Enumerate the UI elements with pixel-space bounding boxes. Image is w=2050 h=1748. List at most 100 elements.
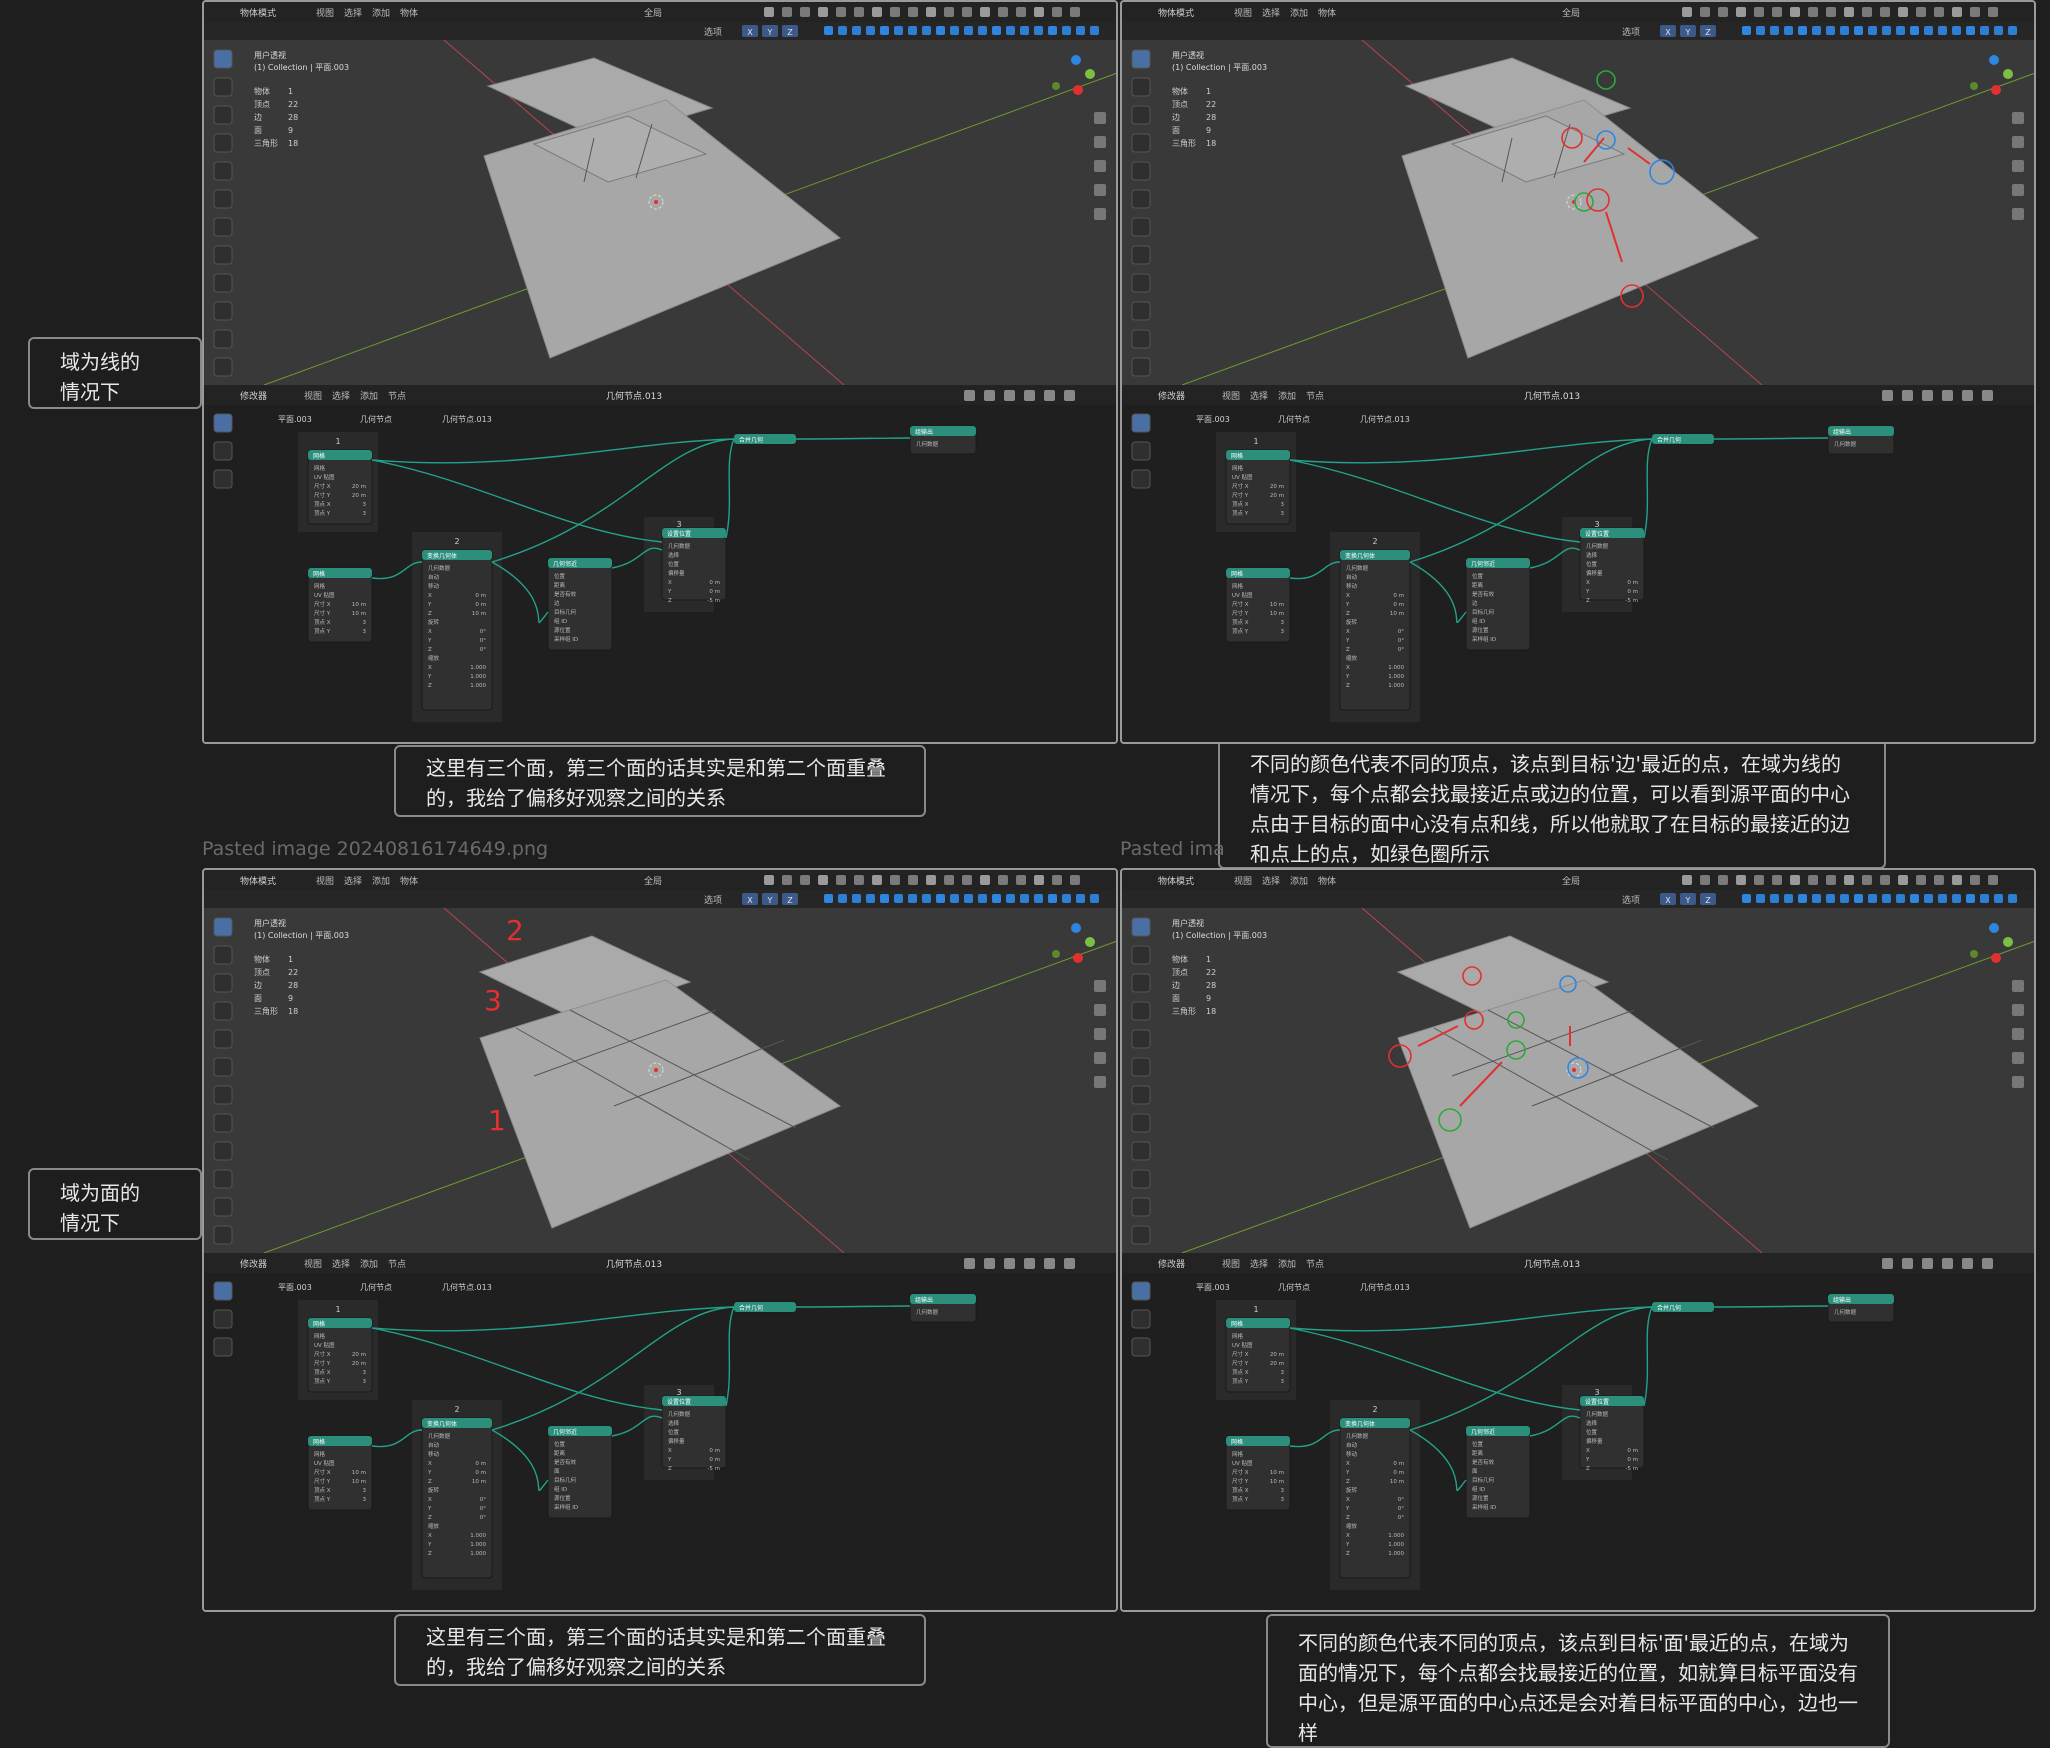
node-header-icon[interactable] (1982, 390, 1993, 401)
header-tool-icon[interactable] (1826, 875, 1836, 885)
transform-geometry-node[interactable]: 变换几何体几何数据自动移动 X 0 m Y 0 m Z 10 m 旋转 X 0° Y 0° Z 0° 缩放 X… (421, 549, 493, 711)
header-tool-icon[interactable] (1790, 7, 1800, 17)
overlay-icon[interactable] (1784, 894, 1793, 903)
gizmo-z[interactable] (1989, 55, 1999, 65)
header-tool-icon[interactable] (854, 875, 864, 885)
node-header-icon[interactable] (1942, 390, 1953, 401)
overlay-icon[interactable] (1882, 26, 1891, 35)
overlay-icon[interactable] (1910, 894, 1919, 903)
node-menu-0[interactable]: 视图 (304, 390, 322, 402)
node-menu-3[interactable]: 节点 (1306, 391, 1324, 402)
breadcrumb-2[interactable]: 几何节点.013 (1360, 1282, 1410, 1292)
header-tool-icon[interactable] (1970, 875, 1980, 885)
breadcrumb-1[interactable]: 几何节点 (1278, 414, 1310, 424)
mode-select[interactable]: 物体模式 (1158, 7, 1194, 19)
nav-icon[interactable] (1094, 136, 1106, 148)
breadcrumb-1[interactable]: 几何节点 (360, 414, 392, 424)
toolbar-tool-icon[interactable] (1131, 245, 1151, 265)
breadcrumb-1[interactable]: 几何节点 (360, 1282, 392, 1292)
header-tool-icon[interactable] (1070, 875, 1080, 885)
overlay-icon[interactable] (824, 26, 833, 35)
overlay-icon[interactable] (852, 26, 861, 35)
node-menu-0[interactable]: 视图 (304, 1258, 322, 1270)
gizmo-neg-y[interactable] (1970, 950, 1978, 958)
header-tool-icon[interactable] (998, 875, 1008, 885)
nav-icon[interactable] (2012, 184, 2024, 196)
header-tool-icon[interactable] (1700, 875, 1710, 885)
nav-icon[interactable] (1094, 160, 1106, 172)
overlay-icon[interactable] (1868, 894, 1877, 903)
toolbar-tool-icon[interactable] (213, 1225, 233, 1245)
overlay-icon[interactable] (1854, 26, 1863, 35)
node-tool-icon[interactable] (1131, 469, 1151, 489)
menu-0[interactable]: 视图 (1234, 875, 1252, 887)
header-tool-icon[interactable] (1970, 7, 1980, 17)
editor-type-select[interactable]: 修改器 (240, 390, 267, 402)
mesh-grid-node-2[interactable]: 网格网格UV 贴图尺寸 X 10 m尺寸 Y 10 m顶点 X 3顶点 Y3 (1225, 1435, 1291, 1511)
toolbar-tool-icon[interactable] (213, 105, 233, 125)
overlay-icon[interactable] (1006, 894, 1015, 903)
node-header-icon[interactable] (964, 1258, 975, 1269)
menu-1[interactable]: 选择 (1262, 7, 1280, 19)
header-tool-icon[interactable] (1808, 875, 1818, 885)
options-menu[interactable]: 选项 (704, 26, 722, 38)
overlay-icon[interactable] (1868, 26, 1877, 35)
node-tool-icon[interactable] (1131, 1281, 1151, 1301)
header-tool-icon[interactable] (818, 875, 828, 885)
transform-global[interactable]: 全局 (644, 875, 662, 887)
overlay-icon[interactable] (1952, 26, 1961, 35)
overlay-icon[interactable] (1090, 894, 1099, 903)
join-geometry-node[interactable]: 合并几何 (1651, 1301, 1715, 1313)
overlay-icon[interactable] (1770, 894, 1779, 903)
header-tool-icon[interactable] (962, 875, 972, 885)
header-tool-icon[interactable] (800, 875, 810, 885)
overlay-icon[interactable] (1034, 894, 1043, 903)
node-header-icon[interactable] (984, 390, 995, 401)
node-tool-icon[interactable] (213, 1309, 233, 1329)
node-header-icon[interactable] (1882, 390, 1893, 401)
toolbar-tool-icon[interactable] (1131, 329, 1151, 349)
transform-geometry-node[interactable]: 变换几何体几何数据自动移动 X 0 m Y 0 m Z 10 m 旋转 X 0° Y 0° Z 0° 缩放 X… (421, 1417, 493, 1579)
overlay-icon[interactable] (852, 894, 861, 903)
menu-0[interactable]: 视图 (316, 875, 334, 887)
node-menu-1[interactable]: 选择 (332, 390, 350, 402)
header-tool-icon[interactable] (1718, 875, 1728, 885)
overlay-icon[interactable] (908, 26, 917, 35)
node-header-icon[interactable] (1882, 1258, 1893, 1269)
overlay-icon[interactable] (1938, 894, 1947, 903)
header-tool-icon[interactable] (998, 7, 1008, 17)
nav-icon[interactable] (2012, 136, 2024, 148)
header-tool-icon[interactable] (1052, 875, 1062, 885)
mode-select[interactable]: 物体模式 (1158, 875, 1194, 887)
node-menu-2[interactable]: 添加 (1278, 391, 1296, 402)
menu-3[interactable]: 物体 (1318, 875, 1336, 887)
menu-1[interactable]: 选择 (1262, 875, 1280, 887)
header-tool-icon[interactable] (1052, 7, 1062, 17)
gizmo-y[interactable] (2003, 937, 2013, 947)
header-tool-icon[interactable] (1844, 875, 1854, 885)
header-tool-icon[interactable] (782, 7, 792, 17)
overlay-icon[interactable] (1994, 26, 2003, 35)
overlay-icon[interactable] (964, 894, 973, 903)
node-header-icon[interactable] (1064, 1258, 1075, 1269)
header-tool-icon[interactable] (1988, 875, 1998, 885)
overlay-icon[interactable] (1006, 26, 1015, 35)
options-menu[interactable]: 选项 (1622, 894, 1640, 906)
node-menu-3[interactable]: 节点 (388, 1259, 406, 1270)
gizmo-neg-y[interactable] (1052, 82, 1060, 90)
nav-icon[interactable] (1094, 184, 1106, 196)
node-menu-2[interactable]: 添加 (360, 391, 378, 402)
header-tool-icon[interactable] (1682, 875, 1692, 885)
nav-icon[interactable] (2012, 160, 2024, 172)
nav-icon[interactable] (2012, 1076, 2024, 1088)
overlay-icon[interactable] (1770, 26, 1779, 35)
header-tool-icon[interactable] (1880, 7, 1890, 17)
toolbar-tool-icon[interactable] (1131, 1169, 1151, 1189)
transform-global[interactable]: 全局 (1562, 7, 1580, 19)
mesh-grid-node-2[interactable]: 网格网格UV 贴图尺寸 X 10 m尺寸 Y 10 m顶点 X 3顶点 Y3 (307, 1435, 373, 1511)
toolbar-tool-icon[interactable] (213, 945, 233, 965)
header-tool-icon[interactable] (1862, 875, 1872, 885)
node-header-icon[interactable] (1064, 390, 1075, 401)
geometry-proximity-node[interactable]: 几何邻近位置距离是否有效面目标几何组 ID源位置采样组 ID (1465, 1425, 1531, 1519)
header-tool-icon[interactable] (1952, 7, 1962, 17)
